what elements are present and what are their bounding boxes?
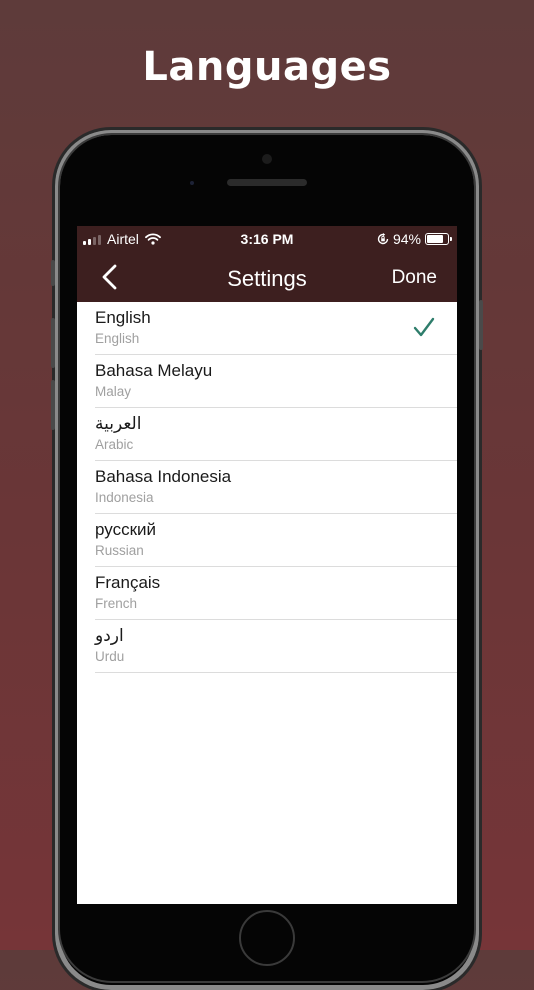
front-camera: [262, 154, 272, 164]
battery-percent: 94%: [392, 231, 421, 247]
language-native-name: اردو: [95, 626, 124, 645]
language-english-name: Urdu: [95, 649, 125, 664]
home-button[interactable]: [239, 910, 295, 966]
language-native-name: русский: [95, 520, 157, 539]
checkmark-icon: [413, 317, 435, 337]
language-native-name: Français: [95, 573, 161, 592]
phone-screen: Airtel 3:16 PM 94% Settings Done English…: [77, 226, 457, 904]
proximity-sensor: [190, 181, 194, 185]
language-english-name: Indonesia: [95, 490, 154, 505]
language-native-name: Bahasa Melayu: [95, 361, 213, 380]
done-button[interactable]: Done: [392, 267, 437, 289]
language-list: English English Bahasa Melayu Malay العربية A…: [77, 302, 457, 673]
language-english-name: English: [95, 331, 140, 346]
volume-up-button: [51, 318, 55, 368]
language-row[interactable]: Bahasa Melayu Malay: [95, 355, 457, 408]
language-english-name: French: [95, 596, 138, 611]
status-right: 94%: [377, 231, 452, 247]
language-row[interactable]: русский Russian: [95, 514, 457, 567]
language-row[interactable]: Bahasa Indonesia Indonesia: [95, 461, 457, 514]
status-bar: Airtel 3:16 PM 94%: [77, 226, 457, 252]
power-button: [479, 300, 483, 350]
language-english-name: Arabic: [95, 437, 134, 452]
language-native-name: العربية: [95, 414, 142, 433]
battery-fill: [427, 235, 443, 243]
language-row[interactable]: Français French: [95, 567, 457, 620]
battery-icon: [425, 233, 452, 245]
language-row[interactable]: اردو Urdu: [95, 620, 457, 673]
navigation-bar: Settings Done: [77, 252, 457, 302]
language-native-name: English: [95, 308, 151, 327]
mute-switch: [51, 260, 55, 286]
language-row[interactable]: العربية Arabic: [95, 408, 457, 461]
volume-down-button: [51, 380, 55, 430]
promo-headline: Languages: [142, 44, 392, 90]
language-native-name: Bahasa Indonesia: [95, 467, 232, 486]
language-row[interactable]: English English: [95, 302, 457, 355]
earpiece-speaker: [227, 179, 307, 186]
orientation-lock-icon: [377, 233, 389, 245]
language-english-name: Russian: [95, 543, 144, 558]
language-english-name: Malay: [95, 384, 132, 399]
